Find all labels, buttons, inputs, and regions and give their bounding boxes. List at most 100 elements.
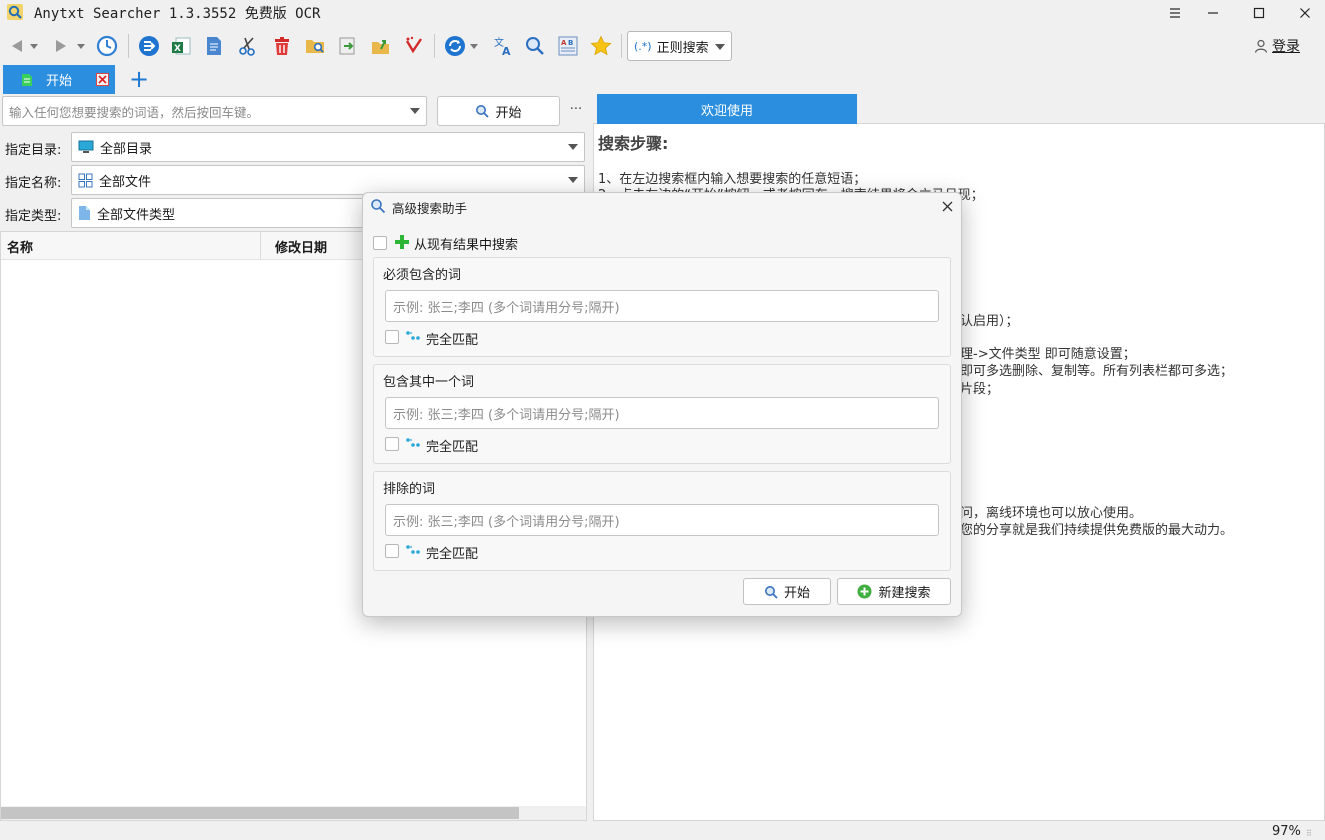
search-start-button[interactable]: 开始 [437, 96, 560, 126]
exclude-title: 排除的词 [383, 482, 436, 497]
zoom-search-icon[interactable] [522, 32, 548, 60]
clean-brush-icon[interactable] [401, 32, 427, 60]
search-input[interactable]: 输入任何您想要搜索的词语，然后按回车键。 [2, 96, 427, 126]
folder-search-icon[interactable] [302, 32, 328, 60]
new-search-button[interactable]: 新建搜索 [837, 578, 951, 605]
refresh-icon[interactable] [442, 32, 468, 60]
regex-search-label: 正则搜索 [656, 40, 709, 56]
excel-icon[interactable]: X [168, 32, 194, 60]
column-header-modified[interactable]: 修改日期 [275, 237, 327, 256]
close-window-button[interactable] [1282, 0, 1325, 26]
plus-icon [394, 234, 410, 250]
svg-text:A: A [561, 39, 567, 47]
tab-start-label: 开始 [46, 74, 73, 89]
add-tab-button[interactable]: + [126, 66, 152, 92]
forward-dropdown-icon[interactable] [73, 32, 89, 60]
search-icon [475, 104, 490, 118]
directory-select[interactable]: 全部目录 [71, 132, 585, 162]
maximize-button[interactable] [1236, 0, 1282, 26]
directory-value: 全部目录 [100, 141, 153, 157]
dialog-search-icon [370, 198, 386, 214]
user-icon [1254, 39, 1268, 53]
file-icon [78, 205, 91, 221]
directory-label: 指定目录: [5, 143, 62, 158]
login-link[interactable]: 登录 [1254, 36, 1300, 56]
toolbar-separator [128, 34, 129, 58]
any-include-exact-checkbox[interactable] [385, 437, 399, 451]
export-icon[interactable] [136, 32, 162, 60]
content-line: 片段； [960, 382, 1000, 397]
chevron-down-icon [568, 177, 578, 183]
must-include-title: 必须包含的词 [383, 268, 462, 283]
star-icon[interactable] [588, 32, 614, 60]
toolbar-separator [434, 34, 435, 58]
from-results-label: 从现有结果中搜索 [414, 238, 519, 253]
regex-icon: (.*) [634, 39, 652, 53]
open-folder-icon[interactable] [368, 32, 394, 60]
any-include-placeholder: 示例: 张三;李四 (多个词请用分号;隔开) [393, 407, 620, 423]
dialog-start-label: 开始 [783, 586, 810, 601]
text-layout-icon[interactable]: AB [555, 32, 581, 60]
any-include-exact-label: 完全匹配 [426, 440, 479, 455]
toolbar-separator [621, 34, 622, 58]
tab-start[interactable]: 开始 [3, 65, 115, 94]
chevron-down-icon [568, 144, 578, 150]
steps-title: 搜索步骤: [598, 134, 669, 153]
match-dots-icon [405, 543, 421, 559]
type-label: 指定类型: [5, 209, 62, 224]
regex-search-dropdown[interactable]: (.*) 正则搜索 [627, 31, 732, 61]
exclude-exact-label: 完全匹配 [426, 547, 479, 562]
svg-text:B: B [568, 39, 573, 47]
trash-icon[interactable] [269, 32, 295, 60]
dialog-close-button[interactable] [936, 196, 958, 216]
chevron-down-icon[interactable] [410, 108, 420, 114]
name-label: 指定名称: [5, 176, 62, 191]
history-clock-icon[interactable] [94, 32, 120, 60]
any-include-input[interactable]: 示例: 张三;李四 (多个词请用分号;隔开) [385, 397, 939, 429]
grid-icon [78, 173, 93, 188]
type-value: 全部文件类型 [97, 207, 176, 223]
scrollbar-thumb[interactable] [1, 807, 519, 819]
tab-document-icon [21, 73, 33, 87]
any-include-title: 包含其中一个词 [383, 375, 475, 390]
name-value: 全部文件 [99, 174, 152, 190]
login-label: 登录 [1272, 39, 1300, 55]
translate-icon[interactable]: 文A [490, 32, 516, 60]
match-dots-icon [405, 436, 421, 452]
must-include-exact-checkbox[interactable] [385, 330, 399, 344]
document-icon[interactable] [201, 32, 227, 60]
back-dropdown-icon[interactable] [26, 32, 42, 60]
from-results-checkbox[interactable] [373, 236, 387, 250]
column-header-name[interactable]: 名称 [7, 237, 33, 256]
refresh-dropdown-icon[interactable] [466, 32, 482, 60]
dialog-title: 高级搜索助手 [392, 201, 468, 216]
name-select[interactable]: 全部文件 [71, 165, 585, 195]
must-include-placeholder: 示例: 张三;李四 (多个词请用分号;隔开) [393, 300, 620, 316]
exclude-placeholder: 示例: 张三;李四 (多个词请用分号;隔开) [393, 514, 620, 530]
resize-grip-icon[interactable]: ⠿ [1306, 829, 1312, 838]
chevron-down-icon [715, 44, 725, 50]
forward-arrow-icon[interactable] [48, 32, 74, 60]
search-start-label: 开始 [495, 105, 522, 121]
exclude-exact-checkbox[interactable] [385, 544, 399, 558]
exclude-input[interactable]: 示例: 张三;李四 (多个词请用分号;隔开) [385, 504, 939, 536]
minimize-window-button[interactable] [1190, 0, 1236, 26]
zoom-level: 97% [1272, 824, 1301, 839]
content-line: 认启用）； [960, 314, 1019, 329]
scissors-icon[interactable] [235, 32, 261, 60]
more-options-button[interactable]: ··· [567, 102, 585, 117]
must-include-input[interactable]: 示例: 张三;李四 (多个词请用分号;隔开) [385, 290, 939, 322]
new-search-label: 新建搜索 [878, 586, 931, 601]
content-line: 您的分享就是我们持续提供免费版的最大动力。 [960, 523, 1234, 538]
monitor-icon [78, 140, 94, 154]
dialog-start-button[interactable]: 开始 [743, 578, 831, 605]
column-divider[interactable] [260, 232, 261, 260]
svg-text:A: A [502, 45, 511, 57]
export-page-icon[interactable] [335, 32, 361, 60]
tab-close-icon[interactable] [96, 73, 109, 86]
window-title: Anytxt Searcher 1.3.3552 免费版 OCR [34, 6, 321, 22]
add-circle-icon [857, 584, 872, 599]
must-include-exact-label: 完全匹配 [426, 333, 479, 348]
tab-welcome[interactable]: 欢迎使用 [597, 94, 857, 124]
content-line: 即可多选删除、复制等。所有列表栏都可多选； [960, 364, 1234, 379]
